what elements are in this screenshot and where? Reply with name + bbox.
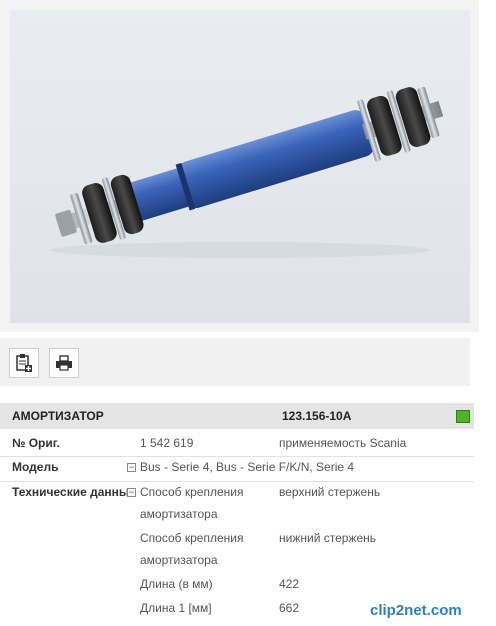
print-button[interactable] xyxy=(49,348,79,378)
tech-param-value: 662 xyxy=(279,601,300,615)
orig-label: № Ориг. xyxy=(12,436,60,450)
tech-param-name: Способ крепления xyxy=(140,485,244,499)
product-image-panel xyxy=(0,0,479,332)
model-value: Bus - Serie 4, Bus - Serie F/K/N, Serie … xyxy=(140,460,355,474)
stock-indicator-icon xyxy=(456,410,470,423)
spec-row-orig: № Ориг. 1 542 619 применяемость Scania xyxy=(0,433,474,455)
tech-param-name: Длина 1 [мм] xyxy=(140,601,212,615)
product-name: АМОРТИЗАТОР xyxy=(12,409,104,423)
orig-note: применяемость Scania xyxy=(279,436,407,450)
watermark-text: clip2net.com xyxy=(370,602,462,619)
tech-param-name: Способ крепления xyxy=(140,531,244,545)
tech-collapse-toggle[interactable]: − xyxy=(127,488,136,497)
add-to-notes-button[interactable] xyxy=(9,348,39,378)
spec-row-model: Модель − Bus - Serie 4, Bus - Serie F/K/… xyxy=(0,457,474,481)
shock-absorber-image xyxy=(50,86,444,258)
orig-value: 1 542 619 xyxy=(140,436,194,450)
product-header-row: АМОРТИЗАТОР 123.156-10A xyxy=(0,403,474,429)
tech-param-name: амортизатора xyxy=(140,507,218,521)
add-to-notes-icon xyxy=(16,354,32,372)
model-collapse-toggle[interactable]: − xyxy=(127,463,136,472)
tech-param-name: амортизатора xyxy=(140,553,218,567)
print-icon xyxy=(56,355,72,371)
tech-label: Технические данные xyxy=(12,485,136,499)
spec-row-tech: Технические данные − Способ крепления ам… xyxy=(0,482,474,622)
tech-param-name: Длина (в мм) xyxy=(140,577,213,591)
clip2net-watermark: clip2net.com xyxy=(370,602,488,624)
tech-param-value: верхний стержень xyxy=(279,485,381,499)
model-label: Модель xyxy=(12,460,59,474)
product-code[interactable]: 123.156-10A xyxy=(282,409,351,423)
tech-param-value: 422 xyxy=(279,577,300,591)
product-photo[interactable] xyxy=(10,10,470,323)
tech-param-value: нижний стержень xyxy=(279,531,377,545)
product-toolbar xyxy=(0,338,470,386)
